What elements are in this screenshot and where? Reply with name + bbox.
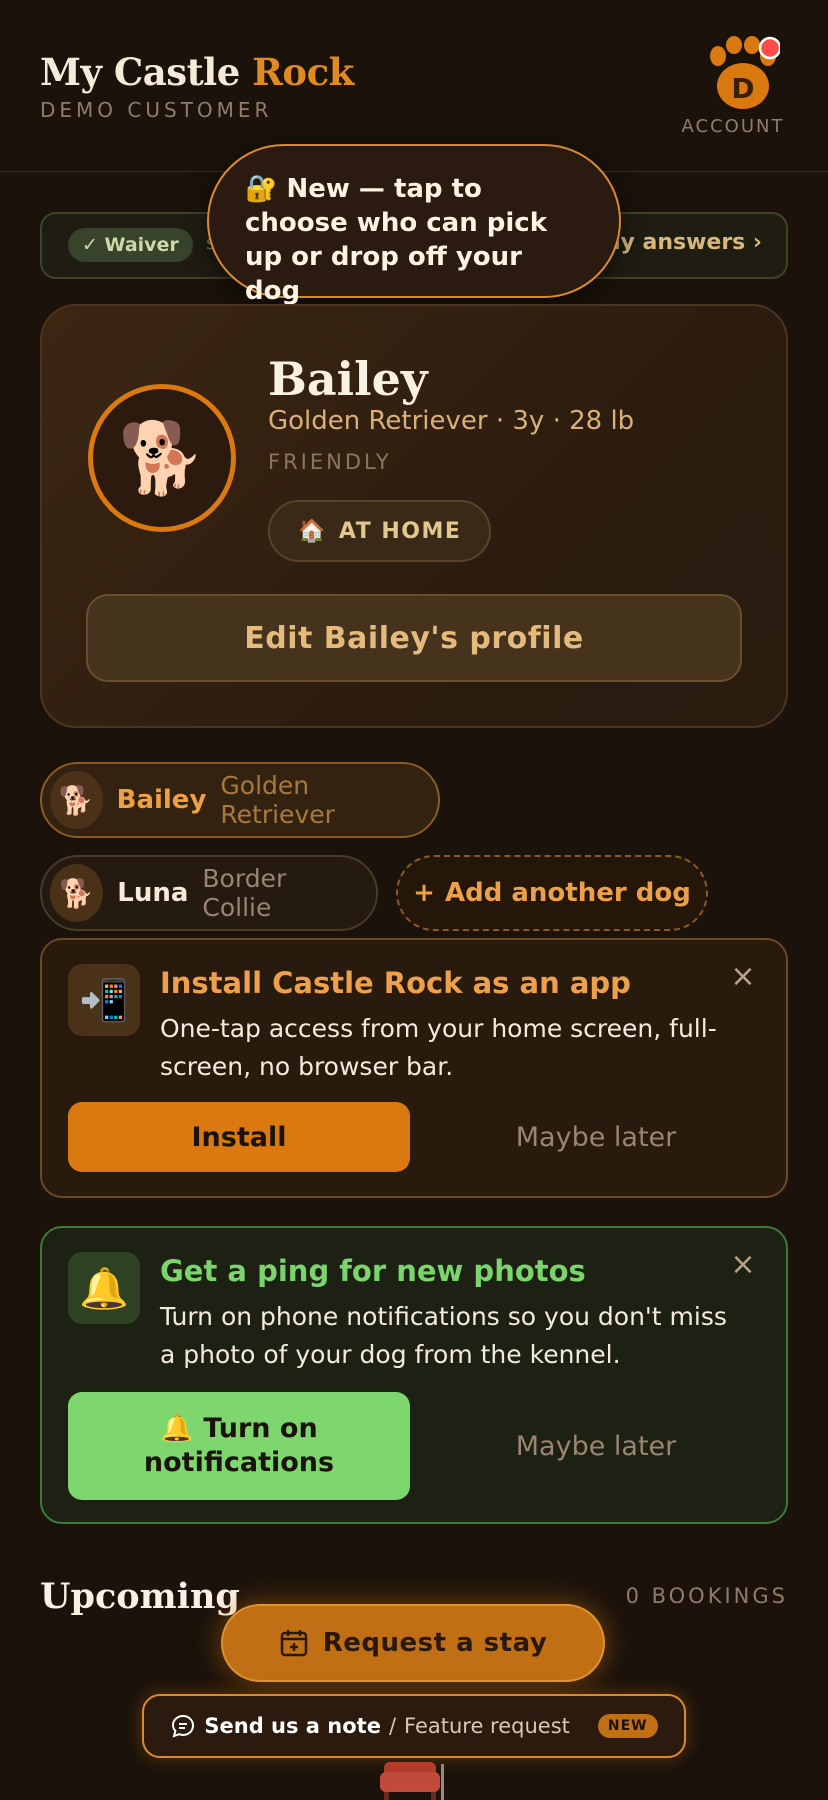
notification-dot	[758, 36, 780, 60]
tooltip-text: New — tap to choose who can pick up or d…	[245, 174, 547, 306]
brand-main: My Castle	[40, 50, 240, 94]
calendar-plus-icon	[280, 1630, 307, 1657]
section-title-upcoming: Upcoming	[40, 1576, 240, 1617]
dog-meta: Golden Retriever · 3y · 28 lb	[268, 406, 635, 436]
dog-chip-name: Bailey	[116, 785, 207, 815]
send-note-button[interactable]: Send us a note / Feature request NEW	[142, 1694, 686, 1758]
dog-chip-breed: Border Collie	[202, 864, 287, 922]
waiver-badge: ✓ Waiver	[68, 228, 193, 262]
sofa-icon	[380, 1762, 444, 1800]
note-separator: /	[388, 1714, 397, 1738]
phone-icon: 📲	[68, 964, 140, 1036]
house-icon: 🏠	[298, 518, 327, 544]
account-button[interactable]: D ACCOUNT	[678, 36, 788, 146]
request-stay-button[interactable]: Request a stay	[221, 1604, 605, 1682]
plus-icon: +	[413, 878, 435, 908]
enable-notifications-button[interactable]: 🔔 Turn on notifications	[68, 1392, 410, 1500]
install-text: One-tap access from your home screen, fu…	[160, 1014, 717, 1081]
feature-request-label: Feature request	[404, 1714, 570, 1738]
close-icon[interactable]: ×	[728, 962, 758, 992]
chat-bubble-icon	[172, 1714, 195, 1738]
install-title: Install Castle Rock as an app	[160, 966, 631, 1000]
lock-key-icon: 🔐	[245, 174, 278, 204]
brand-title: My Castle Rock	[40, 50, 354, 94]
dog-chip-name: Luna	[117, 878, 189, 908]
maybe-later-button[interactable]: Maybe later	[446, 1102, 746, 1172]
add-dog-button[interactable]: + Add another dog	[396, 855, 708, 931]
close-icon[interactable]: ×	[728, 1250, 758, 1280]
new-badge: NEW	[597, 1714, 658, 1738]
status-label: AT HOME	[338, 518, 462, 544]
send-note-label: Send us a note	[204, 1714, 381, 1738]
notifications-card: 🔔 Get a ping for new photos Turn on phon…	[40, 1226, 788, 1524]
brand-accent: Rock	[252, 50, 354, 94]
notify-text: Turn on phone notifications so you don't…	[160, 1302, 727, 1369]
dog-chip-icon: 🐕	[50, 771, 103, 829]
edit-profile-button[interactable]: Edit Bailey's profile	[86, 594, 742, 682]
paw-avatar-icon: D	[710, 36, 780, 109]
maybe-later-button[interactable]: Maybe later	[446, 1392, 746, 1500]
dog-chip-bailey[interactable]: 🐕 Bailey Golden Retriever	[40, 762, 440, 838]
install-app-card: 📲 Install Castle Rock as an app One-tap …	[40, 938, 788, 1198]
account-initial: D	[731, 72, 754, 105]
dog-icon: 🐕	[118, 416, 206, 499]
dog-profile-card: 🐕 Bailey Golden Retriever · 3y · 28 lb F…	[40, 304, 788, 728]
account-label: ACCOUNT	[681, 116, 785, 137]
dog-chip-icon: 🐕	[50, 864, 104, 922]
dog-chip-breed: Golden Retriever	[220, 771, 335, 829]
notify-title: Get a ping for new photos	[160, 1254, 586, 1288]
install-button[interactable]: Install	[68, 1102, 410, 1172]
request-stay-label: Request a stay	[322, 1628, 548, 1658]
dog-temperament: FRIENDLY	[268, 450, 392, 474]
add-dog-label: Add another dog	[444, 878, 691, 908]
dog-avatar: 🐕	[88, 384, 236, 532]
bell-icon: 🔔	[68, 1252, 140, 1324]
bookings-count: 0 BOOKINGS	[625, 1584, 788, 1608]
dog-name: Bailey	[268, 352, 428, 406]
customer-name: DEMO CUSTOMER	[40, 98, 273, 122]
dog-chip-luna[interactable]: 🐕 Luna Border Collie	[40, 855, 378, 931]
status-badge: 🏠 AT HOME	[268, 500, 492, 562]
waiver-answers-link[interactable]: ny answers ›	[605, 230, 762, 255]
pickup-tooltip[interactable]: 🔐 New — tap to choose who can pick up or…	[207, 144, 621, 306]
